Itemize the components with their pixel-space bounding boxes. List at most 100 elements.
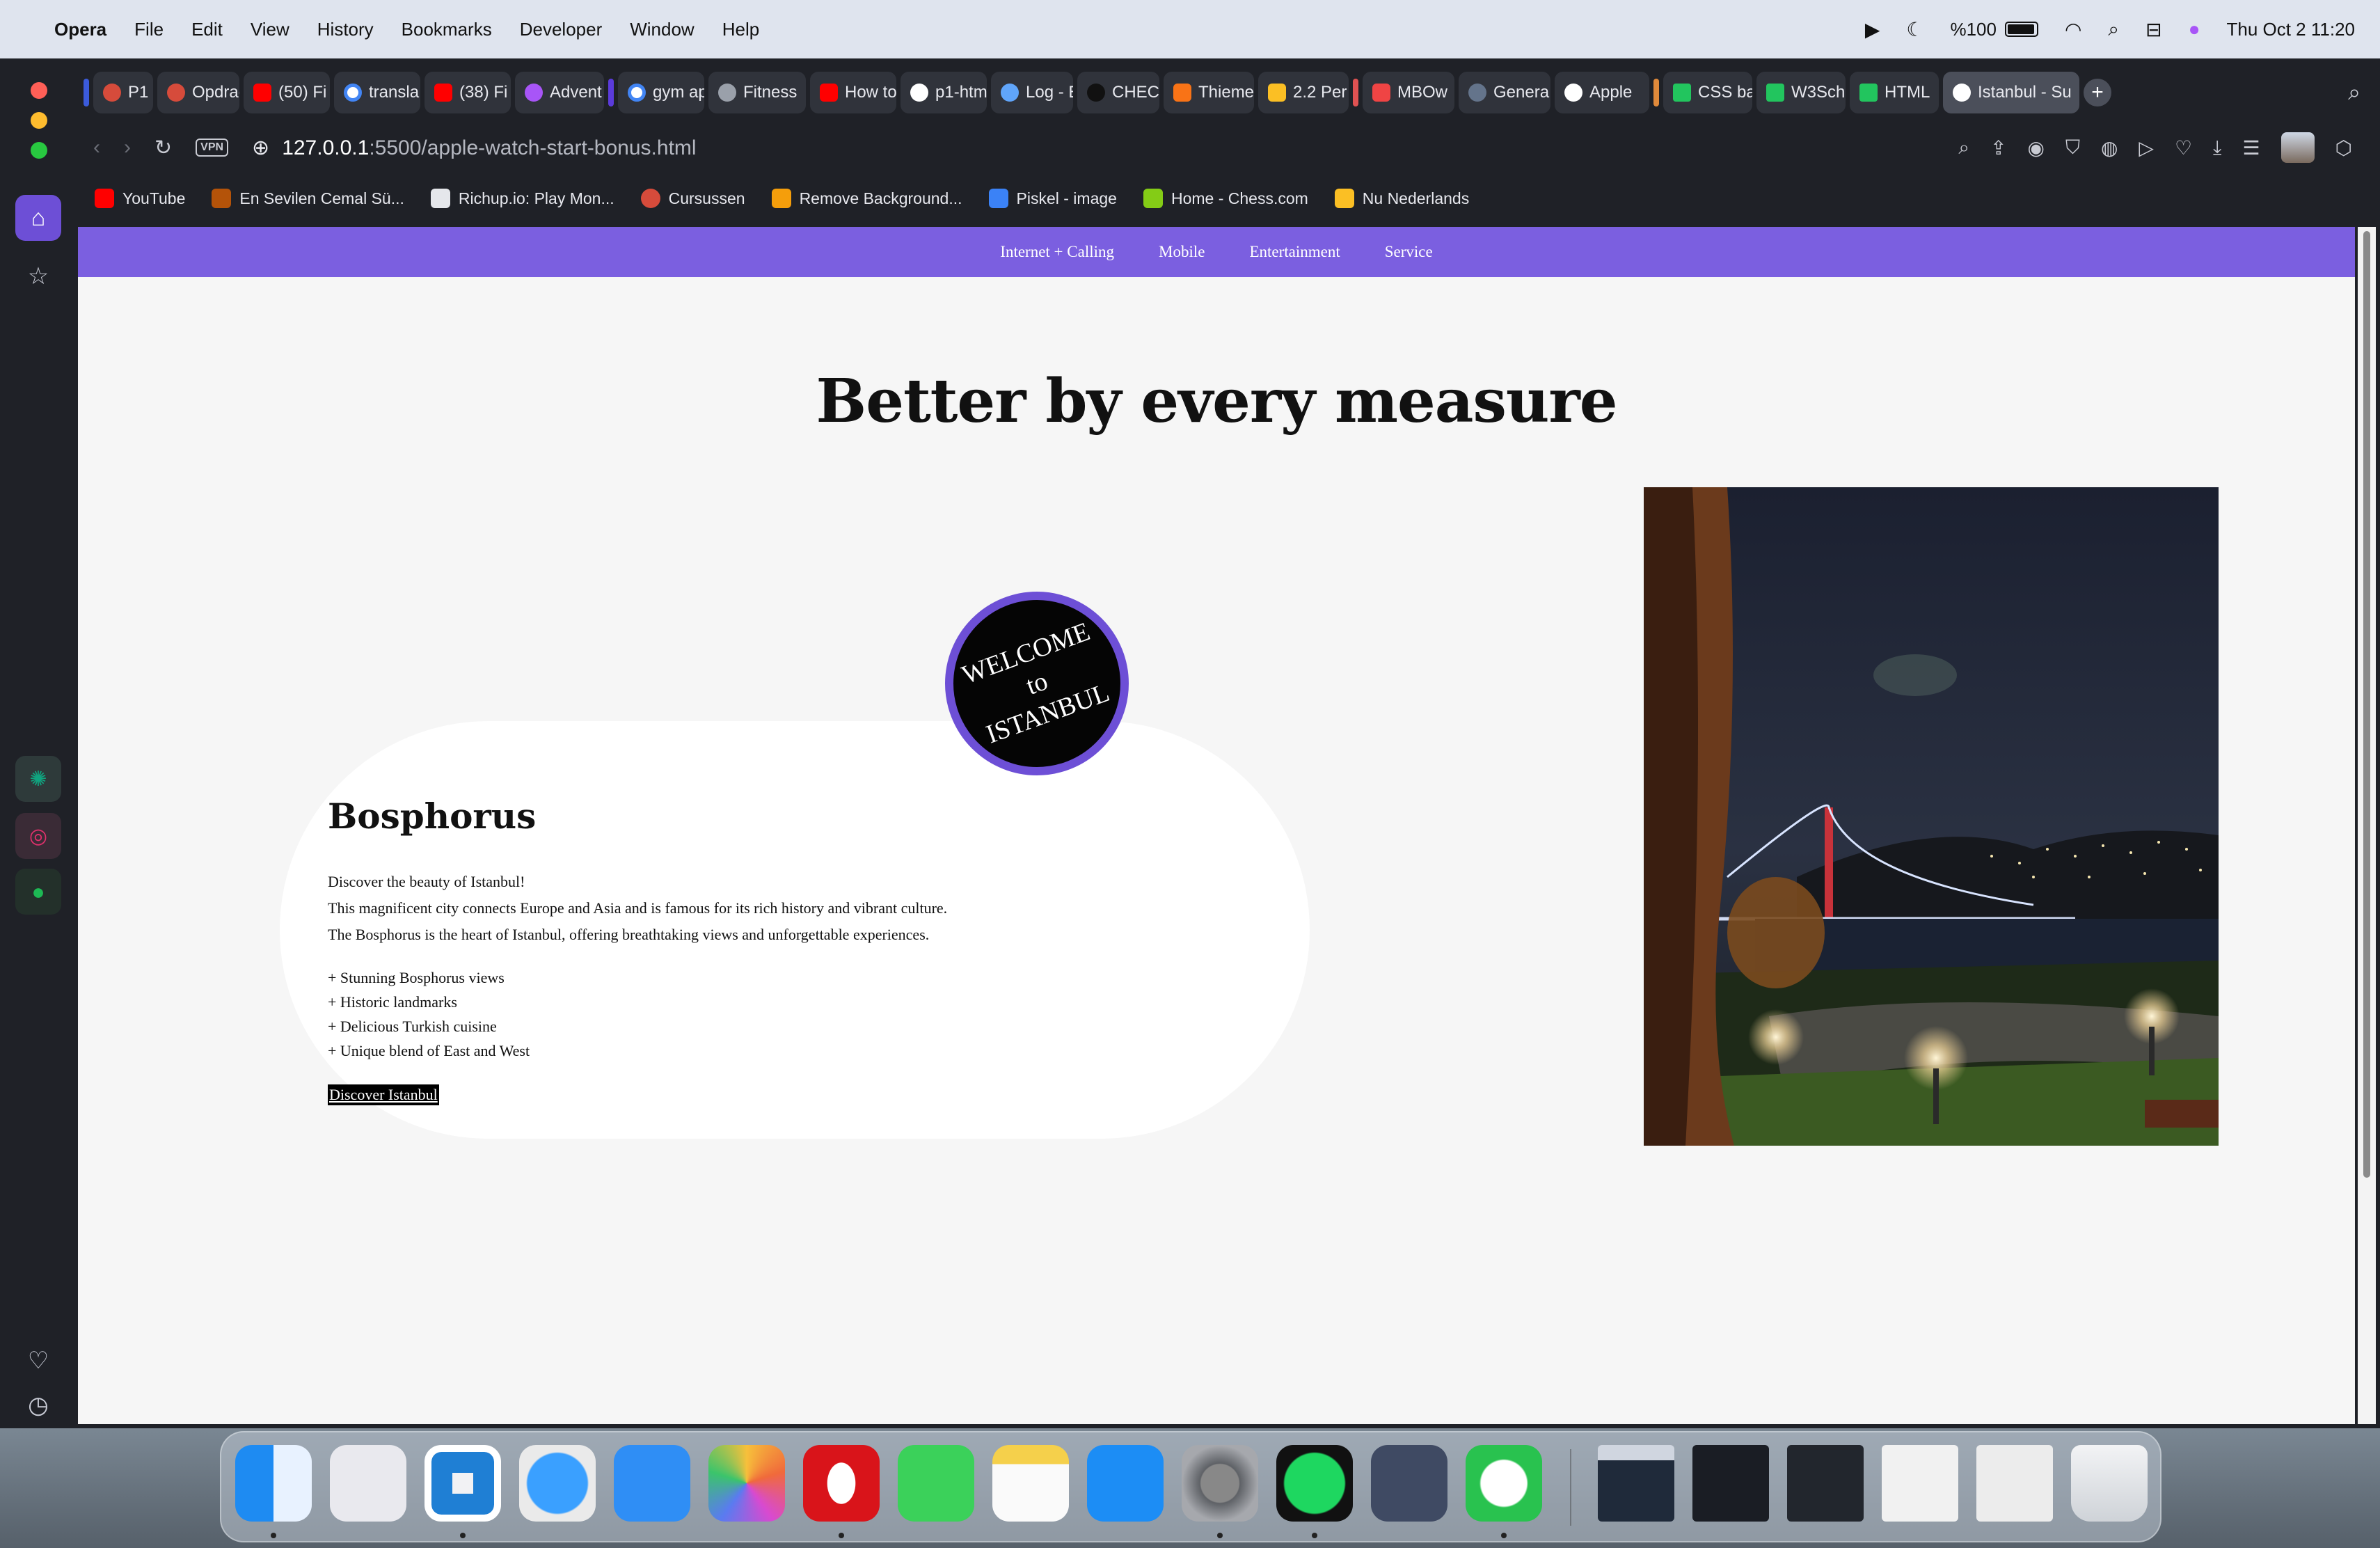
opera-icon[interactable] bbox=[803, 1445, 880, 1522]
spotify-icon[interactable]: ● bbox=[15, 869, 61, 915]
search-icon[interactable]: ⌕ bbox=[2108, 18, 2119, 41]
tab[interactable]: Apple bbox=[1555, 72, 1649, 113]
reload-icon[interactable]: ↻ bbox=[154, 136, 172, 160]
tab[interactable]: (50) Fi bbox=[244, 72, 330, 113]
menu-bookmarks[interactable]: Bookmarks bbox=[402, 19, 492, 40]
back-icon[interactable]: ‹ bbox=[93, 136, 100, 159]
launchpad-icon[interactable] bbox=[330, 1445, 406, 1522]
bookmark-nu-nederlands[interactable]: Nu Nederlands bbox=[1334, 189, 1469, 208]
tab[interactable]: CSS ba bbox=[1663, 72, 1752, 113]
chatgpt-icon[interactable]: ✺ bbox=[15, 756, 61, 802]
tab[interactable]: How to bbox=[810, 72, 896, 113]
bookmark-remove-bg[interactable]: Remove Background... bbox=[771, 189, 962, 208]
home-icon[interactable]: ⌂ bbox=[15, 195, 61, 241]
tab[interactable]: 2.2 Per bbox=[1258, 72, 1349, 113]
tab[interactable]: Opdrac bbox=[157, 72, 239, 113]
profile-avatar[interactable] bbox=[2280, 132, 2315, 163]
app-store-icon[interactable] bbox=[1087, 1445, 1164, 1522]
photos-icon[interactable] bbox=[708, 1445, 785, 1522]
nav-mobile[interactable]: Mobile bbox=[1159, 243, 1205, 261]
vscode-icon[interactable] bbox=[425, 1445, 501, 1522]
control-center-icon[interactable]: ⊟ bbox=[2145, 18, 2161, 41]
tab[interactable]: gym ap bbox=[618, 72, 704, 113]
menu-view[interactable]: View bbox=[251, 19, 289, 40]
menu-history[interactable]: History bbox=[317, 19, 374, 40]
vpn-badge[interactable]: VPN bbox=[196, 139, 229, 157]
trash-icon[interactable] bbox=[2071, 1445, 2148, 1522]
facetime-icon[interactable] bbox=[898, 1445, 974, 1522]
download-icon[interactable]: ⤓ bbox=[2213, 136, 2221, 159]
bookmark-cemal[interactable]: En Sevilen Cemal Sü... bbox=[212, 189, 404, 208]
tab[interactable]: HTML bbox=[1850, 72, 1939, 113]
heart-icon[interactable]: ♡ bbox=[2175, 136, 2192, 159]
bookmark-chess[interactable]: Home - Chess.com bbox=[1143, 189, 1308, 208]
discover-istanbul-button[interactable]: Discover Istanbul bbox=[328, 1084, 439, 1105]
tab[interactable]: CHECK bbox=[1077, 72, 1159, 113]
url-field[interactable]: ⊕ 127.0.0.1:5500/apple-watch-start-bonus.… bbox=[252, 136, 697, 160]
send-icon[interactable]: ▷ bbox=[2139, 136, 2154, 159]
tab-active[interactable]: Istanbul - Su bbox=[1943, 72, 2079, 113]
system-settings-icon[interactable] bbox=[1182, 1445, 1258, 1522]
new-tab-button[interactable]: + bbox=[2084, 79, 2111, 106]
clock-datetime[interactable]: Thu Oct 2 11:20 bbox=[2226, 19, 2355, 40]
easy-setup-icon[interactable]: ☰ bbox=[2242, 136, 2260, 159]
godot-icon[interactable] bbox=[1371, 1445, 1447, 1522]
history-icon[interactable]: ◷ bbox=[15, 1382, 61, 1428]
forward-icon[interactable]: › bbox=[124, 136, 131, 159]
scrollbar-thumb[interactable] bbox=[2363, 231, 2370, 1178]
spotify-icon[interactable] bbox=[1276, 1445, 1353, 1522]
camera-icon[interactable]: ◉ bbox=[2028, 136, 2045, 159]
tab[interactable]: Thieme bbox=[1164, 72, 1254, 113]
battery-icon[interactable] bbox=[2004, 22, 2038, 37]
menu-window[interactable]: Window bbox=[630, 19, 694, 40]
minimized-window-thumbnail[interactable] bbox=[1692, 1445, 1769, 1522]
aria-icon[interactable]: ⬡ bbox=[2335, 136, 2352, 159]
tab-search-icon[interactable]: ⌕ bbox=[2348, 79, 2361, 106]
search-page-icon[interactable]: ⌕ bbox=[1958, 136, 1969, 159]
tab[interactable]: p1-htm bbox=[901, 72, 987, 113]
menu-edit[interactable]: Edit bbox=[191, 19, 223, 40]
page-scrollbar[interactable] bbox=[2358, 227, 2376, 1424]
vpn-globe-icon[interactable]: ◍ bbox=[2101, 136, 2118, 159]
menu-developer[interactable]: Developer bbox=[520, 19, 603, 40]
star-icon[interactable]: ☆ bbox=[15, 253, 61, 299]
tab[interactable]: Log - E bbox=[991, 72, 1073, 113]
minimized-window-thumbnail[interactable] bbox=[1598, 1445, 1674, 1522]
nav-entertainment[interactable]: Entertainment bbox=[1249, 243, 1340, 261]
play-status-icon[interactable]: ▶ bbox=[1865, 18, 1880, 41]
siri-icon[interactable]: ● bbox=[2189, 18, 2200, 40]
bookmark-richup[interactable]: Richup.io: Play Mon... bbox=[430, 189, 614, 208]
tab[interactable]: (38) Fi bbox=[425, 72, 511, 113]
tab[interactable]: W3Sch bbox=[1756, 72, 1846, 113]
menu-help[interactable]: Help bbox=[722, 19, 759, 40]
whatsapp-icon[interactable] bbox=[1466, 1445, 1542, 1522]
bookmark-cursussen[interactable]: Cursussen bbox=[640, 189, 745, 208]
nav-internet-calling[interactable]: Internet + Calling bbox=[1000, 243, 1114, 261]
close-window-button[interactable] bbox=[31, 82, 47, 99]
wifi-icon[interactable]: ◠ bbox=[2065, 18, 2081, 41]
tab[interactable]: MBOw bbox=[1363, 72, 1454, 113]
minimized-window-thumbnail[interactable] bbox=[1882, 1445, 1958, 1522]
bookmark-piskel[interactable]: Piskel - image bbox=[988, 189, 1117, 208]
minimized-window-thumbnail[interactable] bbox=[1787, 1445, 1864, 1522]
finder-icon[interactable] bbox=[235, 1445, 312, 1522]
tab[interactable]: Fitness bbox=[708, 72, 806, 113]
tab[interactable]: Genera bbox=[1459, 72, 1550, 113]
nav-service[interactable]: Service bbox=[1385, 243, 1433, 261]
bookmark-youtube[interactable]: YouTube bbox=[95, 189, 185, 208]
instagram-icon[interactable]: ◎ bbox=[15, 813, 61, 859]
heart-icon[interactable]: ♡ bbox=[15, 1338, 61, 1384]
notes-icon[interactable] bbox=[992, 1445, 1069, 1522]
minimized-window-thumbnail[interactable] bbox=[1976, 1445, 2053, 1522]
moon-icon[interactable]: ☾ bbox=[1906, 18, 1923, 41]
tab[interactable]: transla bbox=[334, 72, 420, 113]
safari-icon[interactable] bbox=[519, 1445, 596, 1522]
menu-file[interactable]: File bbox=[134, 19, 164, 40]
menu-app-name[interactable]: Opera bbox=[54, 19, 106, 40]
share-icon[interactable]: ⇪ bbox=[1990, 136, 2006, 159]
tab[interactable]: Advent bbox=[515, 72, 604, 113]
mail-icon[interactable] bbox=[614, 1445, 690, 1522]
tab[interactable]: P1 Opc bbox=[93, 72, 153, 113]
zoom-window-button[interactable] bbox=[31, 142, 47, 159]
minimize-window-button[interactable] bbox=[31, 112, 47, 129]
